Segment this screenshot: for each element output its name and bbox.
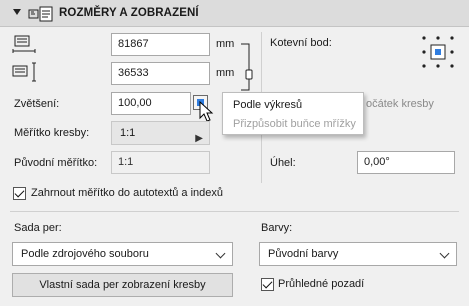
popup-item-fit-grid: Přizpůsobit buňce mřížky xyxy=(233,118,356,130)
scale-field[interactable]: 100,00 xyxy=(111,92,191,115)
pen-set-value: Podle zdrojového souboru xyxy=(21,248,149,260)
angle-label: Úhel: xyxy=(270,157,296,169)
panel-header[interactable]: ROZMĚRY A ZOBRAZENÍ xyxy=(0,0,469,27)
submenu-arrow-icon: ▶ xyxy=(195,133,203,144)
proportion-link-icon[interactable] xyxy=(239,40,261,98)
pen-set-dropdown[interactable]: Podle zdrojového souboru xyxy=(12,242,233,266)
chevron-down-icon xyxy=(215,248,226,259)
width-icon xyxy=(12,35,36,53)
pen-set-label: Sada per: xyxy=(14,222,62,234)
panel-title: ROZMĚRY A ZOBRAZENÍ xyxy=(59,7,199,19)
custom-pen-set-button[interactable]: Vlastní sada per zobrazení kresby xyxy=(12,273,233,297)
anchor-point-grid[interactable] xyxy=(421,35,455,69)
collapse-arrow-icon[interactable] xyxy=(13,9,21,15)
width-field[interactable]: 81867 xyxy=(111,33,210,56)
drawing-scale-value: 1:1 xyxy=(120,127,136,139)
scale-mode-popup: Podle výkresů Přizpůsobit buňce mřížky xyxy=(222,92,364,135)
drawing-panel-icon xyxy=(28,6,53,22)
height-unit: mm xyxy=(216,67,235,79)
transparent-background-checkbox[interactable] xyxy=(261,278,274,291)
height-icon xyxy=(12,62,36,82)
popup-item-by-drawings[interactable]: Podle výkresů xyxy=(233,99,302,111)
original-scale-label: Původní měřítko: xyxy=(14,157,98,169)
height-field[interactable]: 36533 xyxy=(111,62,210,85)
origin-label: očátek kresby xyxy=(366,98,434,110)
original-scale-field: 1:1 xyxy=(111,151,210,174)
transparent-background-label[interactable]: Průhledné pozadí xyxy=(278,278,364,290)
colors-dropdown[interactable]: Původní barvy xyxy=(259,242,457,266)
colors-label: Barvy: xyxy=(261,222,293,234)
autotext-checkbox-label[interactable]: Zahrnout měřítko do autotextů a indexů xyxy=(31,187,223,199)
autotext-checkbox[interactable] xyxy=(13,187,26,200)
mouse-cursor-icon xyxy=(199,101,214,122)
drawing-scale-select[interactable]: 1:1 ▶ xyxy=(111,121,210,145)
anchor-label: Kotevní bod: xyxy=(270,37,332,49)
scale-label: Zvětšení: xyxy=(14,98,60,110)
drawing-scale-label: Měřítko kresby: xyxy=(14,127,90,139)
width-unit: mm xyxy=(216,38,235,50)
section-divider xyxy=(10,211,459,212)
colors-value: Původní barvy xyxy=(268,248,339,260)
chevron-down-icon xyxy=(439,248,450,259)
angle-field[interactable]: 0,00° xyxy=(357,151,455,174)
